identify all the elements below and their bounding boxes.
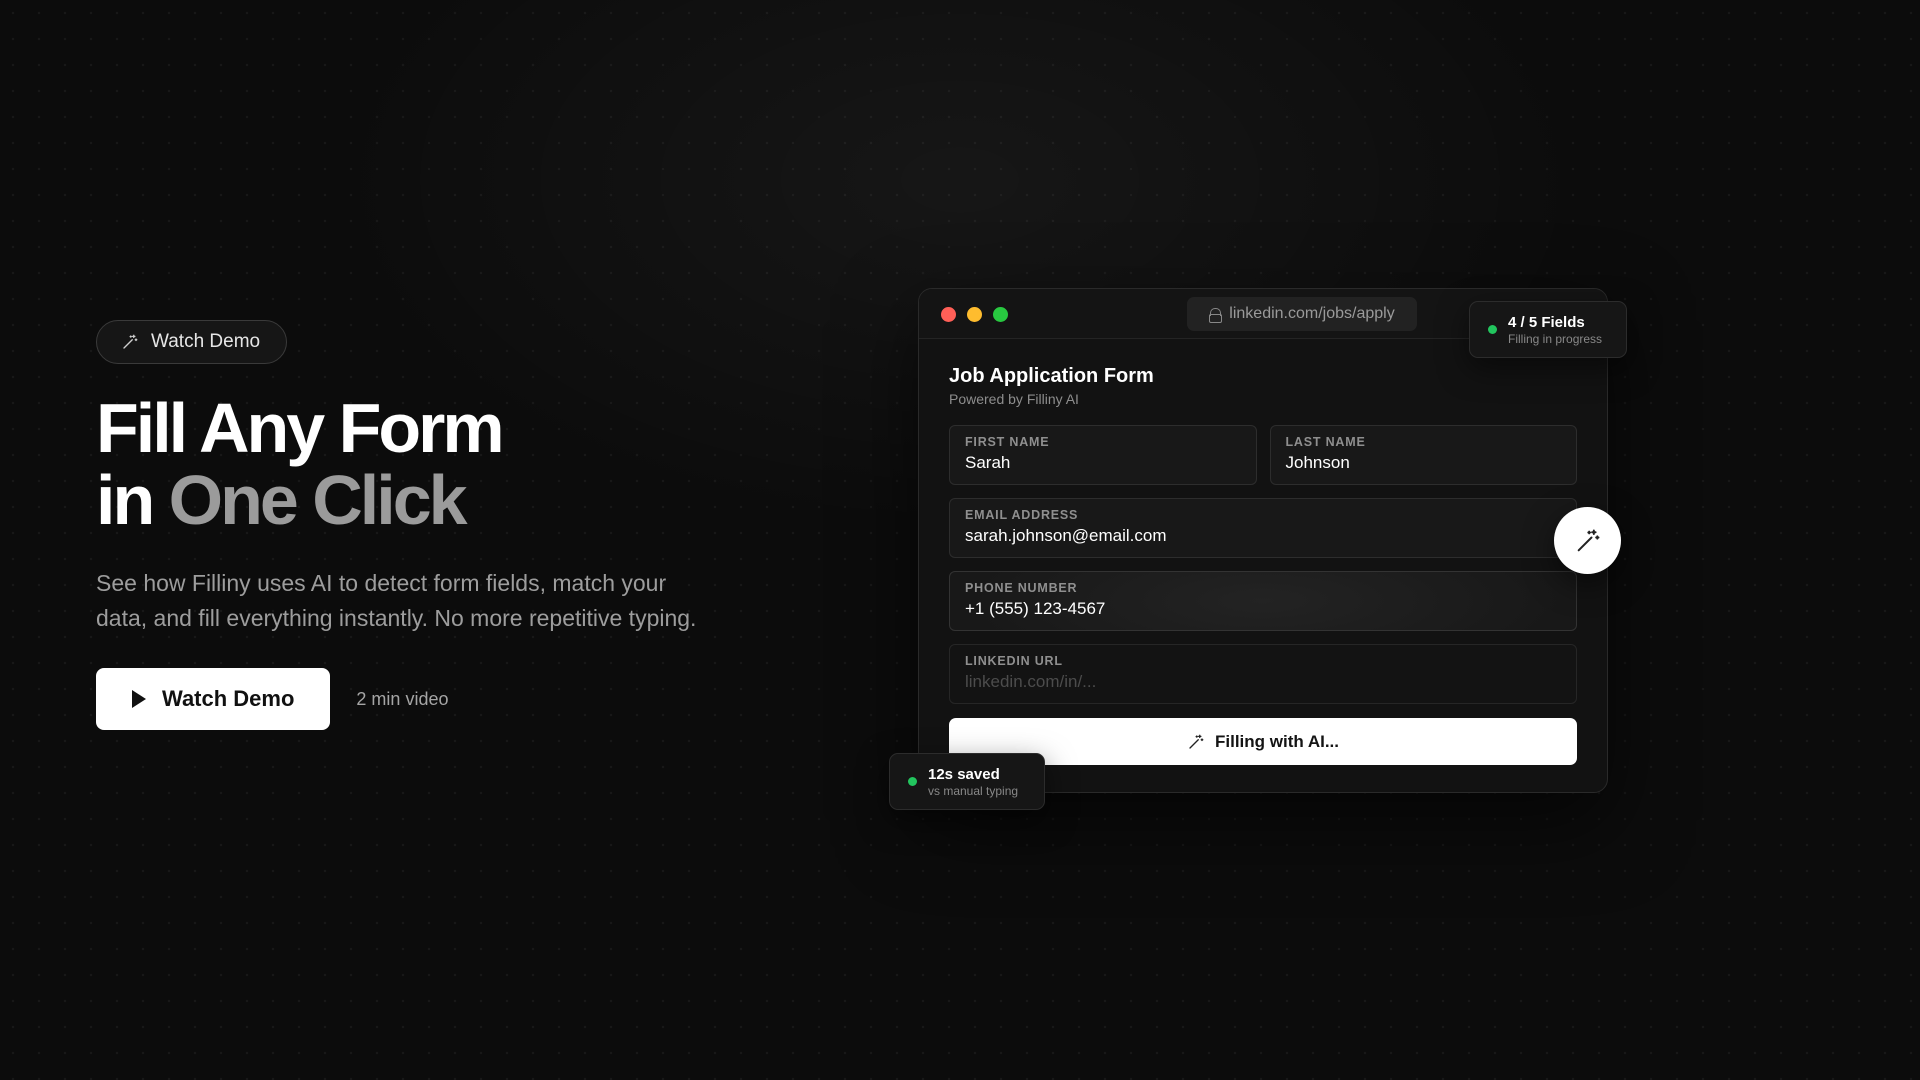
watch-demo-pill[interactable]: Watch Demo (96, 320, 288, 364)
hero-title: Fill Any Form in One Click (96, 392, 736, 536)
close-dot[interactable] (941, 307, 956, 322)
magic-wand-icon (123, 334, 138, 349)
hero-section: Watch Demo Fill Any Form in One Click Se… (96, 320, 736, 730)
video-duration-note: 2 min video (356, 688, 449, 709)
job-application-form: Job Application Form Powered by Filliny … (919, 339, 1607, 765)
phone-value: +1 (555) 123-4567 (965, 599, 1106, 618)
email-row: EMAIL ADDRESS sarah.johnson@email.com (949, 498, 1577, 558)
last-name-field[interactable]: LAST NAME Johnson (1269, 425, 1577, 485)
linkedin-url-placeholder: linkedin.com/in/... (965, 672, 1097, 691)
fields-progress-badge: 4 / 5 Fields Filling in progress (1469, 301, 1627, 358)
address-bar[interactable]: linkedin.com/jobs/apply (1187, 297, 1417, 331)
minimize-dot[interactable] (967, 307, 982, 322)
phone-row: PHONE NUMBER +1 (555) 123-4567 (949, 571, 1577, 631)
hero-title-highlight: One Click (168, 461, 468, 539)
play-icon (132, 690, 146, 708)
linkedin-row: LINKEDIN URL linkedin.com/in/... (949, 644, 1577, 704)
status-dot (1488, 325, 1497, 334)
magic-wand-icon (1577, 529, 1599, 551)
cta-row: Watch Demo 2 min video (96, 668, 736, 730)
linkedin-url-label: LINKEDIN URL (965, 654, 1063, 668)
email-label: EMAIL ADDRESS (965, 508, 1079, 522)
phone-label: PHONE NUMBER (965, 581, 1078, 595)
fields-progress-count: 4 / 5 Fields (1508, 313, 1585, 331)
address-bar-url: linkedin.com/jobs/apply (1229, 305, 1395, 322)
time-saved-value: 12s saved (928, 765, 1000, 783)
hero-description: See how Filliny uses AI to detect form f… (96, 570, 697, 631)
watch-demo-button[interactable]: Watch Demo (96, 668, 331, 730)
first-name-label: FIRST NAME (965, 435, 1050, 449)
first-name-field[interactable]: FIRST NAME Sarah (949, 425, 1257, 485)
last-name-value: Johnson (1285, 453, 1350, 472)
window-controls (941, 307, 1008, 322)
hero-title-line1: Fill Any Form (96, 389, 505, 467)
browser-window: linkedin.com/jobs/apply Job Application … (918, 288, 1608, 793)
pill-label: Watch Demo (151, 331, 261, 352)
name-row: FIRST NAME Sarah LAST NAME Johnson (949, 425, 1577, 485)
watch-demo-button-label: Watch Demo (162, 686, 295, 711)
hero-title-prefix: in (96, 461, 169, 539)
form-title: Job Application Form (949, 365, 1154, 387)
last-name-label: LAST NAME (1285, 435, 1366, 449)
maximize-dot[interactable] (993, 307, 1008, 322)
time-saved-badge: 12s saved vs manual typing (889, 753, 1045, 810)
email-value: sarah.johnson@email.com (965, 526, 1167, 545)
form-subtitle: Powered by Filliny AI (949, 391, 1079, 407)
filling-with-ai-label: Filling with AI... (1214, 731, 1340, 751)
linkedin-url-field[interactable]: LINKEDIN URL linkedin.com/in/... (949, 644, 1577, 704)
magic-wand-icon (1189, 734, 1204, 749)
lock-icon (1209, 307, 1223, 323)
magic-fill-button[interactable] (1554, 507, 1621, 574)
fields-progress-status: Filling in progress (1508, 331, 1603, 346)
email-field[interactable]: EMAIL ADDRESS sarah.johnson@email.com (949, 498, 1577, 558)
time-saved-caption: vs manual typing (928, 783, 1019, 798)
phone-field[interactable]: PHONE NUMBER +1 (555) 123-4567 (949, 571, 1577, 631)
status-dot (908, 777, 917, 786)
first-name-value: Sarah (965, 453, 1011, 472)
